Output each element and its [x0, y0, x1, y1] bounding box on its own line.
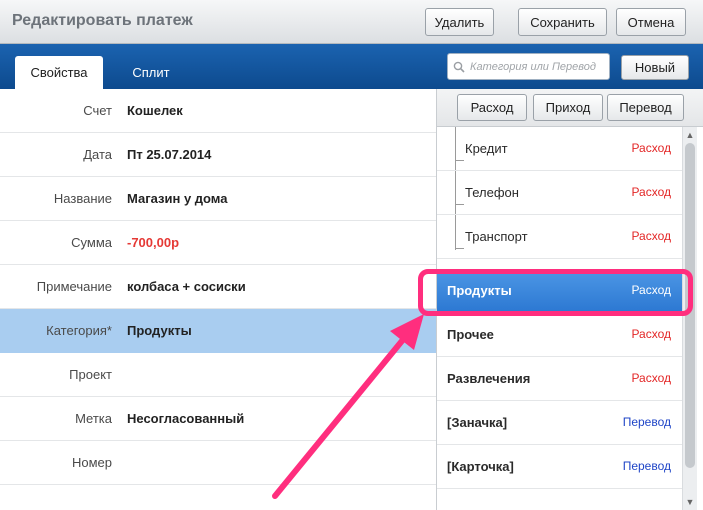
name-label: Название	[53, 191, 112, 206]
form-row-note[interactable]: Примечание колбаса + сосиски	[0, 265, 436, 309]
category-name: Прочее	[447, 327, 494, 342]
category-value: Продукты	[127, 323, 192, 338]
category-item[interactable]: Транспорт Расход	[437, 215, 682, 259]
form-row-name[interactable]: Название Магазин у дома	[0, 177, 436, 221]
edit-payment-dialog: Редактировать платеж Удалить Сохранить О…	[0, 0, 703, 510]
category-item[interactable]: Развлечения Расход	[437, 357, 682, 401]
category-item[interactable]: Кредит Расход	[437, 127, 682, 171]
category-item[interactable]: [Карточка] Перевод	[437, 445, 682, 489]
cancel-button[interactable]: Отмена	[616, 8, 686, 36]
tag-value: Несогласованный	[127, 411, 245, 426]
category-type: Расход	[631, 141, 671, 155]
category-type: Расход	[631, 229, 671, 243]
amount-value: -700,00р	[127, 235, 180, 250]
annotation-highlight-box	[418, 269, 693, 316]
category-name: Телефон	[465, 185, 519, 200]
form-row-category[interactable]: Категория* Продукты	[0, 309, 436, 353]
category-name: Развлечения	[447, 371, 531, 386]
form-row-amount[interactable]: Сумма -700,00р	[0, 221, 436, 265]
window-title: Редактировать платеж	[12, 12, 193, 29]
income-filter-button[interactable]: Приход	[533, 94, 603, 121]
category-name: [Карточка]	[447, 459, 514, 474]
form-row-tag[interactable]: Метка Несогласованный	[0, 397, 436, 441]
category-item[interactable]: Прочее Расход	[437, 313, 682, 357]
category-list: Кредит Расход Телефон Расход Транспорт Р…	[437, 127, 682, 510]
category-name: [Заначка]	[447, 415, 508, 430]
note-label: Примечание	[36, 279, 112, 294]
scroll-up-icon[interactable]: ▲	[683, 128, 697, 142]
category-name: Транспорт	[465, 229, 528, 244]
category-label: Категория*	[46, 323, 112, 338]
tab-properties[interactable]: Свойства	[15, 56, 103, 89]
expense-filter-button[interactable]: Расход	[457, 94, 527, 121]
account-value: Кошелек	[127, 103, 183, 118]
new-category-button[interactable]: Новый	[621, 55, 689, 80]
delete-button[interactable]: Удалить	[425, 8, 494, 36]
category-search[interactable]	[447, 53, 610, 80]
category-type: Расход	[631, 371, 671, 385]
number-label: Номер	[71, 455, 112, 470]
category-name: Кредит	[465, 141, 508, 156]
category-item[interactable]: [Заначка] Перевод	[437, 401, 682, 445]
form-row-number[interactable]: Номер	[0, 441, 436, 485]
search-icon	[448, 61, 470, 73]
scroll-down-icon[interactable]: ▼	[683, 495, 697, 509]
category-item[interactable]: Телефон Расход	[437, 171, 682, 215]
account-label: Счет	[83, 103, 112, 118]
form-row-account[interactable]: Счет Кошелек	[0, 89, 436, 133]
category-list-scrollbar[interactable]: ▲ ▼	[682, 127, 697, 510]
category-type: Перевод	[622, 415, 671, 429]
form-row-project[interactable]: Проект	[0, 353, 436, 397]
transfer-filter-button[interactable]: Перевод	[607, 94, 684, 121]
tag-label: Метка	[75, 411, 112, 426]
category-type: Расход	[631, 185, 671, 199]
category-type: Расход	[631, 327, 671, 341]
payment-properties-form: Счет Кошелек Дата Пт 25.07.2014 Название…	[0, 89, 436, 510]
title-bar: Редактировать платеж Удалить Сохранить О…	[0, 0, 703, 44]
project-label: Проект	[69, 367, 112, 382]
type-filter-bar: Расход Приход Перевод	[437, 89, 703, 127]
name-value: Магазин у дома	[127, 191, 228, 206]
date-label: Дата	[83, 147, 112, 162]
form-row-date[interactable]: Дата Пт 25.07.2014	[0, 133, 436, 177]
tab-split[interactable]: Сплит	[118, 56, 184, 89]
category-type: Перевод	[622, 459, 671, 473]
note-value: колбаса + сосиски	[127, 279, 246, 294]
amount-label: Сумма	[71, 235, 112, 250]
date-value: Пт 25.07.2014	[127, 147, 212, 162]
save-button[interactable]: Сохранить	[518, 8, 607, 36]
search-input[interactable]	[470, 60, 606, 73]
